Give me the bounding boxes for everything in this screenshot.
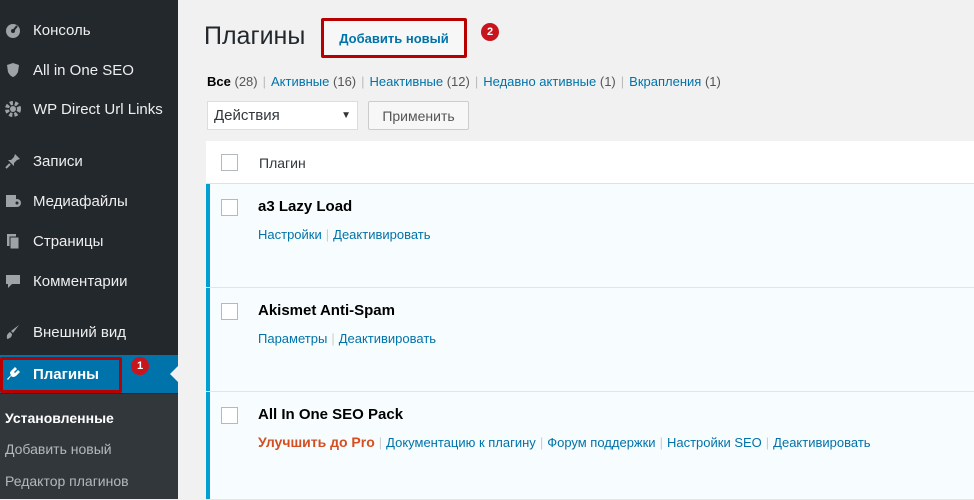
active-indicator (170, 366, 178, 382)
sidebar-item-aioseo[interactable]: All in One SEO (0, 51, 178, 89)
filter-dropins-count: (1) (704, 74, 721, 89)
chevron-down-icon: ▼ (341, 110, 351, 121)
action-separator: | (659, 435, 663, 450)
sidebar-item-label: Внешний вид (33, 323, 126, 341)
submenu-item-plugin-editor[interactable]: Редактор плагинов (5, 473, 129, 489)
plugin-name: All In One SEO Pack (258, 406, 404, 423)
active-stripe (206, 392, 210, 499)
column-header-plugin: Плагин (259, 155, 306, 171)
step-badge-1: 1 (131, 357, 149, 375)
filter-recent-label: Недавно активные (483, 74, 597, 89)
row-actions: Параметры | Деактивировать (258, 331, 436, 346)
highlight-box-add-new (321, 18, 467, 58)
step-badge-2: 2 (481, 23, 499, 41)
pin-icon (4, 152, 22, 170)
sidebar-item-posts[interactable]: Записи (0, 142, 178, 180)
table-row: Akismet Anti-Spam Параметры | Деактивирова… (206, 288, 974, 392)
filter-separator: | (620, 74, 625, 89)
page-title: Плагины (204, 22, 306, 50)
table-row: All In One SEO Pack Улучшить до Pro | Доку… (206, 392, 974, 500)
settings-link[interactable]: Настройки (258, 227, 322, 242)
filter-all-count: (28) (234, 74, 258, 89)
filter-active[interactable]: Активные (16) (271, 74, 356, 89)
sidebar-item-label: Медиафайлы (33, 192, 128, 210)
deactivate-link[interactable]: Деактивировать (333, 227, 430, 242)
filter-all[interactable]: Все (28) (207, 74, 258, 89)
sidebar-item-pages[interactable]: Страницы (0, 222, 178, 260)
admin-sidebar: Консоль All in One SEO WP Direct Url Lin… (0, 0, 178, 499)
sidebar-item-appearance[interactable]: Внешний вид (0, 313, 178, 351)
plugin-name: a3 Lazy Load (258, 198, 353, 215)
table-row: a3 Lazy Load Настройки | Деактивировать (206, 184, 974, 288)
sidebar-item-label: Записи (33, 152, 83, 170)
bulk-actions-select[interactable]: Действия ▼ (207, 101, 358, 130)
submenu-item-installed[interactable]: Установленные (5, 410, 114, 426)
filter-dropins[interactable]: Вкрапления (1) (629, 74, 721, 89)
filter-recent-count: (1) (599, 74, 616, 89)
documentation-link[interactable]: Документацию к плагину (386, 435, 536, 450)
sidebar-item-label: Страницы (33, 232, 104, 250)
shield-icon (4, 61, 22, 79)
seo-settings-link[interactable]: Настройки SEO (667, 435, 762, 450)
action-separator: | (378, 435, 383, 450)
filter-separator: | (361, 74, 365, 89)
action-separator: | (325, 227, 330, 242)
row-checkbox[interactable] (221, 303, 238, 320)
highlight-box-plugins (0, 357, 122, 393)
row-actions: Настройки | Деактивировать (258, 227, 431, 242)
filter-inactive-count: (12) (446, 74, 470, 89)
gear-icon (4, 100, 22, 118)
row-checkbox[interactable] (221, 407, 238, 424)
deactivate-link[interactable]: Деактивировать (773, 435, 870, 450)
filter-all-label: Все (207, 74, 231, 89)
plugins-submenu: Установленные Добавить новый Редактор пл… (0, 394, 178, 499)
upgrade-pro-link[interactable]: Улучшить до Pro (258, 434, 375, 450)
pages-icon (4, 232, 22, 250)
sidebar-item-wp-direct-url-links[interactable]: WP Direct Url Links (0, 90, 178, 128)
deactivate-link[interactable]: Деактивировать (339, 331, 436, 346)
filter-active-count: (16) (333, 74, 357, 89)
sidebar-item-label: All in One SEO (33, 61, 134, 79)
brush-icon (4, 323, 22, 341)
settings-link[interactable]: Параметры (258, 331, 327, 346)
support-forum-link[interactable]: Форум поддержки (547, 435, 655, 450)
filter-active-label: Активные (271, 74, 330, 89)
plugins-table: Плагин a3 Lazy Load Настройки | Деактивиро… (206, 141, 974, 500)
active-stripe (206, 288, 210, 391)
plugin-status-filters: Все (28) | Активные (16) | Неактивные (12) | Н… (207, 74, 721, 89)
submenu-item-add-new[interactable]: Добавить новый (5, 441, 112, 457)
sidebar-item-media[interactable]: Медиафайлы (0, 182, 178, 220)
bulk-actions-value: Действия (214, 107, 280, 124)
apply-button[interactable]: Применить (368, 101, 469, 130)
plugin-name: Akismet Anti-Spam (258, 302, 395, 319)
filter-recently-active[interactable]: Недавно активные (1) (483, 74, 616, 89)
sidebar-item-label: Консоль (33, 21, 91, 39)
table-header: Плагин (206, 141, 974, 184)
row-actions: Улучшить до Pro | Документацию к плагину | Ф… (258, 434, 871, 450)
filter-inactive[interactable]: Неактивные (12) (370, 74, 470, 89)
media-icon (4, 192, 22, 210)
select-all-checkbox[interactable] (221, 154, 238, 171)
filter-separator: | (262, 74, 266, 89)
action-separator: | (331, 331, 335, 346)
dashboard-icon (4, 21, 22, 39)
action-separator: | (539, 435, 544, 450)
row-checkbox[interactable] (221, 199, 238, 216)
filter-separator: | (474, 74, 479, 89)
action-separator: | (765, 435, 770, 450)
filter-dropins-label: Вкрапления (629, 74, 702, 89)
comment-icon (4, 272, 22, 290)
sidebar-item-comments[interactable]: Комментарии (0, 262, 178, 300)
filter-inactive-label: Неактивные (369, 74, 444, 89)
sidebar-item-label: WP Direct Url Links (33, 100, 163, 118)
active-stripe (206, 184, 210, 287)
sidebar-item-console[interactable]: Консоль (0, 11, 178, 49)
sidebar-item-label: Комментарии (33, 272, 128, 290)
